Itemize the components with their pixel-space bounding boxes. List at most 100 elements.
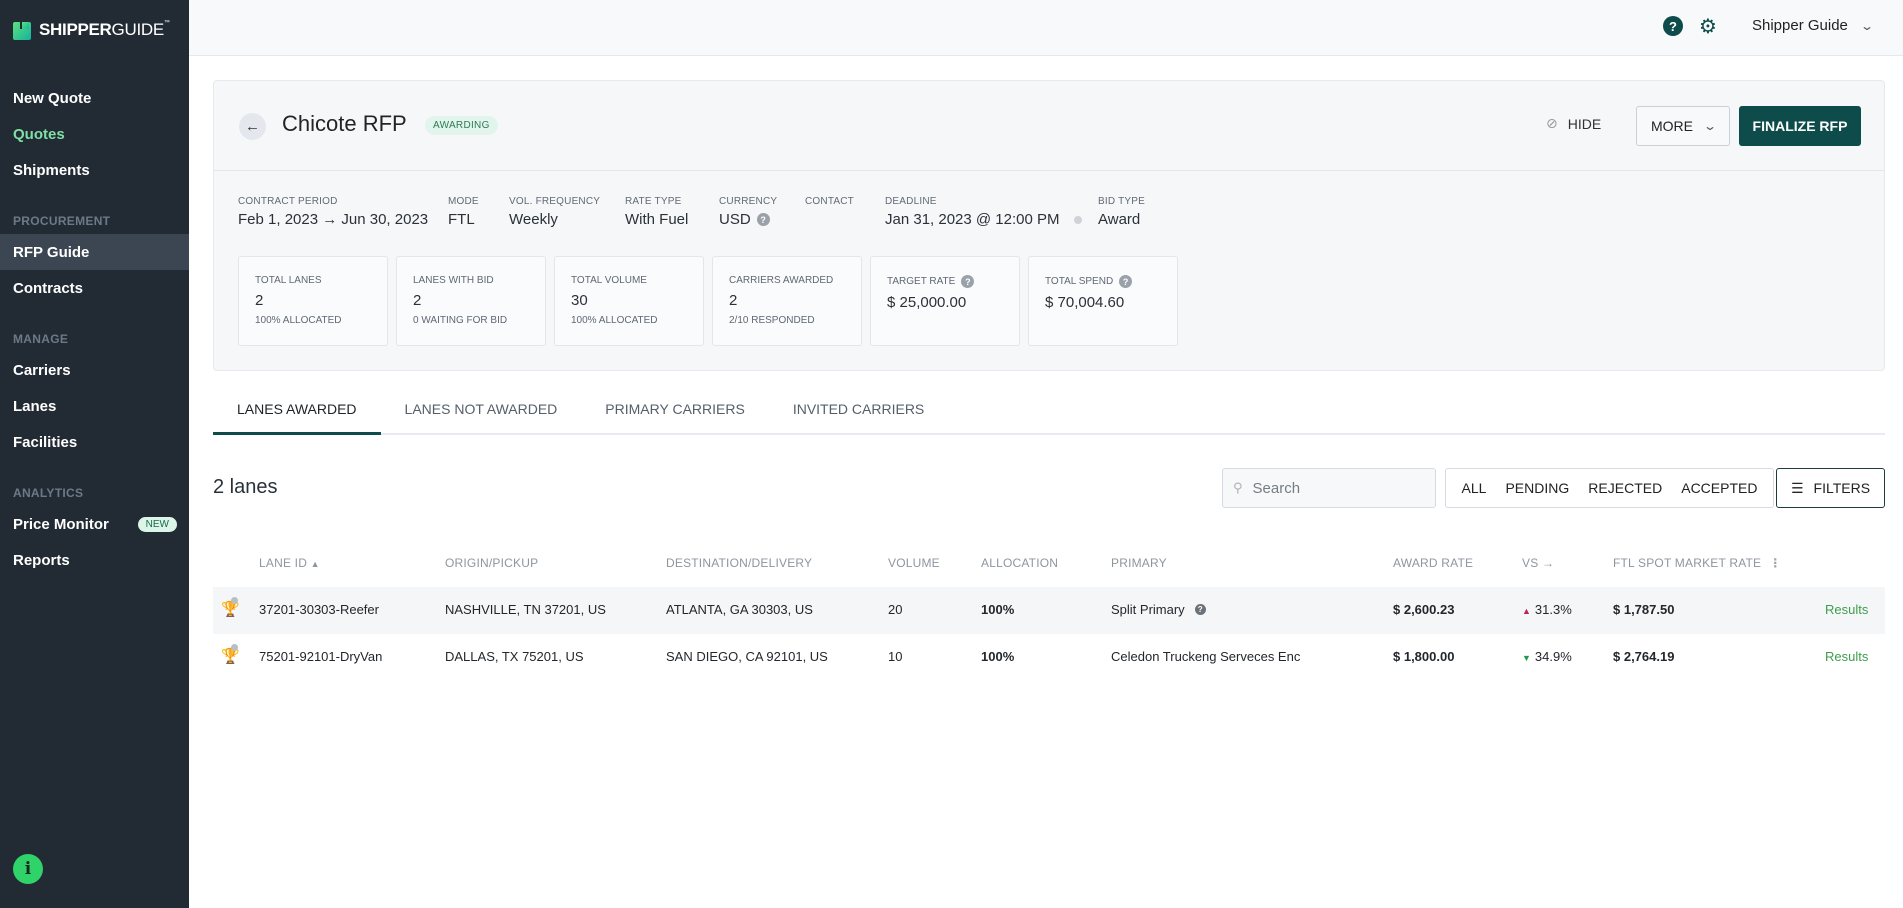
stat-sub: 100% ALLOCATED [255, 315, 342, 326]
sidebar-item-shipments[interactable]: Shipments [0, 152, 189, 188]
search-box: ⚲ [1222, 468, 1436, 508]
tab-primary-carriers[interactable]: PRIMARY CARRIERS [581, 395, 769, 435]
stat-label: TOTAL LANES [255, 275, 322, 286]
meta-mode: MODE FTL [448, 196, 479, 228]
logo[interactable]: SHIPPERGUIDE™ [13, 20, 170, 40]
col-award-rate[interactable]: AWARD RATE [1393, 556, 1473, 570]
deadline-value: Jan 31, 2023 @ 12:00 PM [885, 211, 1060, 228]
volume: 10 [888, 649, 903, 664]
col-volume[interactable]: VOLUME [888, 556, 940, 570]
finalize-rfp-button[interactable]: FINALIZE RFP [1739, 106, 1861, 146]
spot-rate: $ 1,787.50 [1613, 602, 1675, 617]
stat-label: TOTAL SPEND? [1045, 275, 1161, 288]
gear-icon[interactable]: ⚙ [1699, 14, 1717, 39]
sliders-icon: ☰ [1790, 479, 1804, 496]
currency-value: USD [719, 211, 751, 228]
logo-light: GUIDE [111, 20, 165, 39]
status-filter: ALL PENDING REJECTED ACCEPTED [1445, 468, 1774, 508]
stat-sub: 100% ALLOCATED [571, 315, 658, 326]
meta-vol-frequency: VOL. FREQUENCY Weekly [509, 196, 600, 228]
meta-label: VOL. FREQUENCY [509, 196, 601, 207]
results-link[interactable]: Results [1825, 649, 1868, 664]
stat-value: 2 [729, 292, 738, 309]
arrow-up-icon: ▲ [1522, 606, 1531, 616]
info-icon[interactable]: i [13, 854, 43, 884]
section-analytics: ANALYTICS [13, 486, 84, 500]
filters-button[interactable]: ☰ FILTERS [1776, 468, 1885, 508]
help-icon[interactable]: ? [756, 213, 770, 226]
col-primary[interactable]: PRIMARY [1111, 556, 1167, 570]
meta-value: Award [1098, 211, 1141, 228]
meta-label: CONTRACT PERIOD [238, 196, 338, 207]
user-menu[interactable]: Shipper Guide ⌄ [1752, 17, 1874, 34]
meta-currency: CURRENCY USD ? [719, 196, 777, 228]
filter-accepted[interactable]: ACCEPTED [1681, 480, 1757, 496]
sidebar-item-quotes[interactable]: Quotes [0, 116, 189, 152]
meta-deadline: DEADLINE Jan 31, 2023 @ 12:00 PM [885, 196, 1082, 228]
new-badge: NEW [137, 516, 177, 532]
col-destination[interactable]: DESTINATION/DELIVERY [666, 556, 812, 570]
rfp-title-row: ← Chicote RFP AWARDING ⊘ HIDE MORE ⌄ FIN… [214, 81, 1884, 171]
trophy-icon: 🏆 [221, 644, 240, 665]
chevron-down-icon: ⌄ [1859, 18, 1874, 33]
filter-rejected[interactable]: REJECTED [1588, 480, 1662, 496]
meta-bid-type: BID TYPE Award [1098, 196, 1145, 228]
sidebar-item-carriers[interactable]: Carriers [0, 352, 189, 388]
stats-row: TOTAL LANES 2 100% ALLOCATED LANES WITH … [238, 256, 1178, 346]
help-icon[interactable]: ? [961, 275, 975, 288]
sidebar-item-rfp-guide[interactable]: RFP Guide [0, 234, 189, 270]
stat-carriers-awarded: CARRIERS AWARDED 2 2/10 RESPONDED [712, 256, 862, 346]
stat-target-rate: TARGET RATE? $ 25,000.00 [870, 256, 1020, 346]
hide-button[interactable]: ⊘ HIDE [1546, 115, 1601, 132]
more-label: MORE [1650, 118, 1693, 134]
stat-label: LANES WITH BID [413, 275, 494, 286]
stat-value: $ 70,004.60 [1045, 294, 1125, 311]
stat-label: CARRIERS AWARDED [729, 275, 834, 286]
tab-lanes-awarded[interactable]: LANES AWARDED [213, 395, 381, 435]
status-badge: AWARDING [425, 116, 498, 135]
col-allocation[interactable]: ALLOCATION [981, 556, 1058, 570]
logo-icon [13, 20, 33, 40]
stat-lanes-with-bid: LANES WITH BID 2 0 WAITING FOR BID [396, 256, 546, 346]
search-input[interactable] [1252, 479, 1413, 497]
rfp-header-card: ← Chicote RFP AWARDING ⊘ HIDE MORE ⌄ FIN… [213, 80, 1885, 371]
sidebar-item-contracts[interactable]: Contracts [0, 270, 189, 306]
col-origin[interactable]: ORIGIN/PICKUP [445, 556, 538, 570]
sidebar: SHIPPERGUIDE™ New Quote Quotes Shipments… [0, 0, 189, 908]
sidebar-item-new-quote[interactable]: New Quote [0, 80, 189, 116]
sidebar-item-price-monitor[interactable]: Price Monitor NEW [0, 506, 189, 542]
back-button[interactable]: ← [239, 113, 266, 140]
search-icon: ⚲ [1233, 480, 1243, 495]
col-spot-rate[interactable]: FTL SPOT MARKET RATE ⋮ [1613, 556, 1781, 570]
sidebar-item-facilities[interactable]: Facilities [0, 424, 189, 460]
destination: ATLANTA, GA 30303, US [666, 602, 813, 617]
award-rate: $ 1,800.00 [1393, 649, 1455, 664]
help-icon[interactable]: ? [1194, 604, 1206, 615]
sidebar-item-reports[interactable]: Reports [0, 542, 189, 578]
origin: NASHVILLE, TN 37201, US [445, 602, 606, 617]
more-button[interactable]: MORE ⌄ [1636, 106, 1730, 146]
stat-label-text: TARGET RATE [887, 276, 956, 287]
stat-value: 2 [255, 292, 264, 309]
tab-lanes-not-awarded[interactable]: LANES NOT AWARDED [381, 395, 582, 435]
help-icon[interactable]: ? [1119, 275, 1133, 288]
stat-sub: 0 WAITING FOR BID [413, 315, 508, 326]
meta-label: RATE TYPE [625, 196, 682, 207]
kebab-menu-icon[interactable]: ⋮ [1769, 556, 1781, 570]
filter-pending[interactable]: PENDING [1505, 480, 1569, 496]
table-row[interactable]: 🏆 75201-92101-DryVan DALLAS, TX 75201, U… [213, 634, 1885, 681]
col-lane-id[interactable]: LANE ID ▲ [259, 556, 320, 570]
sidebar-item-lanes[interactable]: Lanes [0, 388, 189, 424]
results-link[interactable]: Results [1825, 602, 1868, 617]
primary-value: Split Primary [1111, 602, 1185, 617]
stat-total-volume: TOTAL VOLUME 30 100% ALLOCATED [554, 256, 704, 346]
col-label: LANE ID [259, 556, 308, 570]
sort-asc-icon: ▲ [310, 559, 320, 569]
filters-label: FILTERS [1813, 480, 1871, 496]
tab-invited-carriers[interactable]: INVITED CARRIERS [769, 395, 948, 435]
col-vs[interactable]: VS → [1522, 556, 1554, 570]
table-row[interactable]: 🏆 37201-30303-Reefer NASHVILLE, TN 37201… [213, 587, 1885, 634]
help-icon[interactable]: ? [1663, 16, 1683, 36]
stat-value: $ 25,000.00 [887, 294, 967, 311]
filter-all[interactable]: ALL [1462, 480, 1487, 496]
